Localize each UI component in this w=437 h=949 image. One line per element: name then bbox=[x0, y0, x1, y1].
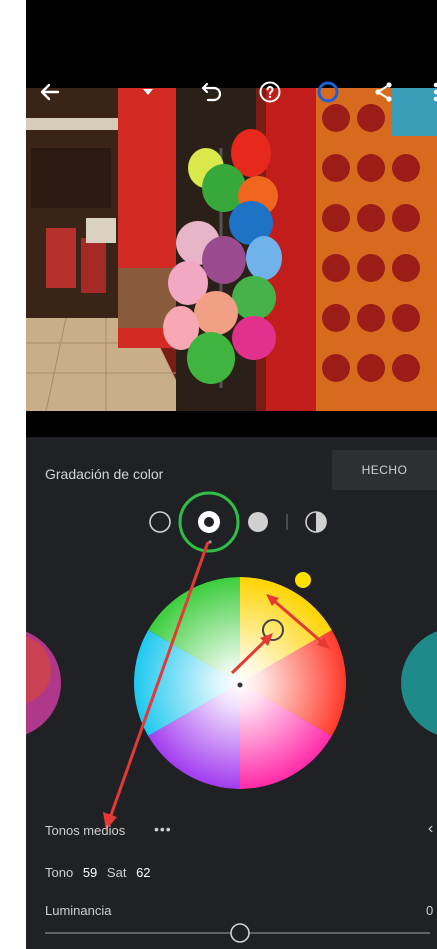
hue-label: Tono bbox=[45, 865, 74, 880]
shadows-mode-icon[interactable] bbox=[149, 511, 171, 533]
luminance-label: Luminancia bbox=[45, 903, 112, 918]
sat-value[interactable]: 62 bbox=[136, 865, 150, 880]
ring-icon[interactable] bbox=[314, 78, 342, 106]
photo-image bbox=[26, 88, 437, 411]
label-annotation-arrow bbox=[103, 541, 210, 830]
panel-title: Gradación de color bbox=[45, 466, 164, 482]
app-screen: Gradación de color HECHO Tonos medios ••… bbox=[26, 0, 437, 949]
more-vertical-icon[interactable] bbox=[422, 78, 437, 106]
region-label: Tonos medios bbox=[45, 823, 126, 838]
hue-value[interactable]: 59 bbox=[83, 865, 97, 880]
photo-preview[interactable] bbox=[26, 88, 437, 411]
top-toolbar bbox=[26, 72, 437, 112]
caret-down-icon[interactable] bbox=[134, 78, 162, 106]
midtones-mode-icon[interactable] bbox=[198, 511, 220, 533]
share-icon[interactable] bbox=[370, 78, 398, 106]
hue-sat-row: Tono 59 Sat 62 bbox=[45, 865, 151, 880]
slider-thumb[interactable] bbox=[230, 923, 250, 943]
more-options-button[interactable]: ••• bbox=[154, 821, 172, 837]
chevron-left-icon[interactable]: ‹ bbox=[428, 820, 433, 838]
undo-icon[interactable] bbox=[198, 78, 226, 106]
luminance-value: 0 bbox=[426, 903, 434, 918]
arrow-left-icon[interactable] bbox=[36, 78, 64, 106]
highlights-mode-icon[interactable] bbox=[248, 512, 268, 532]
global-mode-icon[interactable] bbox=[305, 511, 327, 533]
sat-label: Sat bbox=[106, 865, 127, 880]
luminance-slider[interactable] bbox=[26, 922, 437, 949]
done-button[interactable]: HECHO bbox=[332, 450, 437, 490]
help-icon[interactable] bbox=[256, 78, 284, 106]
